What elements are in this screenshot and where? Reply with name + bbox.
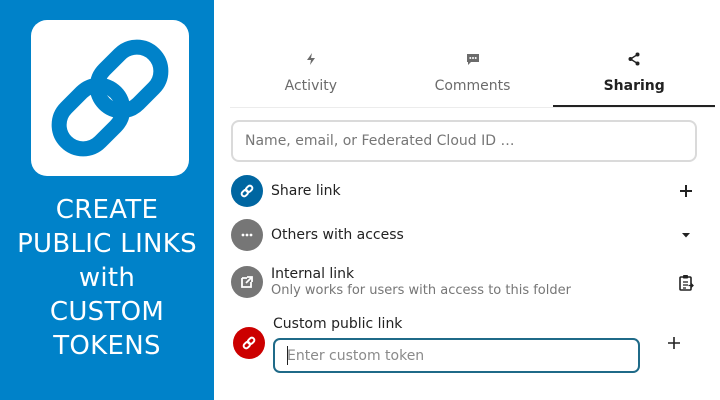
- copy-internal-link-button[interactable]: [675, 271, 697, 293]
- text-caret: [287, 346, 288, 365]
- external-link-icon: [241, 276, 253, 288]
- tab-label: Comments: [434, 78, 511, 94]
- promo-headline: CREATE PUBLIC LINKS with CUSTOM TOKENS: [0, 193, 214, 363]
- custom-token-input[interactable]: [273, 338, 640, 373]
- promo-panel: CREATE PUBLIC LINKS with CUSTOM TOKENS: [0, 0, 214, 400]
- comment-icon: [466, 54, 479, 65]
- others-label: Others with access: [271, 227, 404, 243]
- promo-line: TOKENS: [53, 331, 161, 361]
- internal-link-sublabel: Only works for users with access to this…: [271, 283, 571, 298]
- expand-others-button[interactable]: [675, 224, 697, 246]
- lightning-icon: [306, 53, 315, 65]
- tab-label: Sharing: [603, 78, 665, 94]
- tab-label: Activity: [284, 78, 338, 94]
- custom-link-label: Custom public link: [273, 316, 403, 332]
- promo-line: CUSTOM: [49, 297, 165, 327]
- internal-link-text: Internal link Only works for users with …: [271, 266, 571, 298]
- custom-link-avatar: [233, 327, 265, 359]
- internal-link-label: Internal link: [271, 266, 355, 282]
- plus-icon: [668, 337, 680, 349]
- share-icon: [628, 52, 640, 66]
- tab-activity[interactable]: Activity: [230, 50, 392, 107]
- others-avatar: [231, 219, 263, 251]
- caret-down-icon: [682, 233, 690, 238]
- sidebar-tabs: Activity Comments Sharing: [230, 50, 716, 108]
- more-dots-icon: [241, 233, 253, 237]
- share-link-avatar: [231, 175, 263, 207]
- share-link-row[interactable]: Share link: [231, 175, 701, 207]
- sharing-sidebar: Activity Comments Sharing Name, email, o…: [214, 0, 720, 400]
- tab-comments[interactable]: Comments: [392, 50, 554, 107]
- share-link-label: Share link: [271, 183, 341, 199]
- promo-line: with: [78, 263, 136, 293]
- add-share-link-button[interactable]: [675, 180, 697, 202]
- others-with-access-row[interactable]: Others with access: [231, 219, 701, 251]
- promo-line: CREATE: [55, 195, 159, 225]
- plus-icon: [680, 185, 692, 197]
- internal-link-avatar: [231, 266, 263, 298]
- share-search-input[interactable]: [231, 120, 697, 162]
- logo-tile: [31, 20, 189, 176]
- internal-link-row[interactable]: Internal link Only works for users with …: [231, 266, 701, 298]
- chain-link-icon: [51, 39, 169, 157]
- promo-line: PUBLIC LINKS: [17, 229, 197, 259]
- link-icon: [240, 184, 254, 198]
- add-custom-link-button[interactable]: [663, 332, 685, 354]
- clipboard-icon: [679, 274, 694, 291]
- tab-sharing[interactable]: Sharing: [553, 50, 716, 107]
- link-icon: [242, 336, 256, 350]
